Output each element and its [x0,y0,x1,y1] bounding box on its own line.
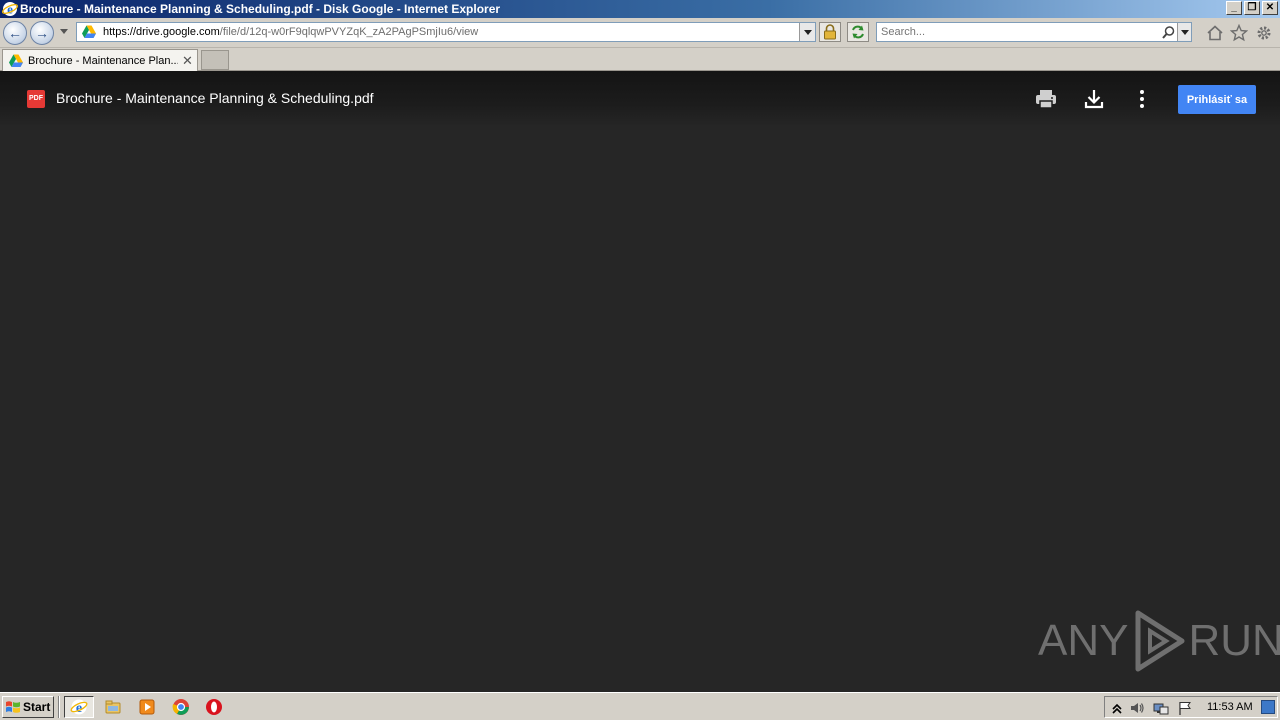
network-icon[interactable] [1153,700,1169,716]
google-drive-icon [9,54,23,67]
minimize-button[interactable]: _ [1226,1,1242,15]
anyrun-watermark: ANY RUN [1038,609,1280,673]
windows-logo-icon [6,701,20,713]
close-button[interactable]: ✕ [1262,1,1278,15]
print-icon[interactable] [1034,87,1058,111]
restore-button[interactable]: ❐ [1244,1,1260,15]
forward-arrow-icon: → [35,25,49,41]
search-button[interactable] [1159,23,1177,41]
address-url[interactable]: https://drive.google.com/file/d/12q-w0rF… [103,26,478,38]
watermark-left-text: ANY [1038,616,1129,665]
tab-label: Brochure - Maintenance Plan... [28,54,178,67]
pdf-viewer: PDF Brochure - Maintenance Planning & Sc… [0,71,1280,692]
show-hidden-icon[interactable] [1109,700,1125,716]
more-options-icon[interactable] [1130,87,1154,111]
pdf-file-icon: PDF [27,90,45,108]
navigation-bar: ← → https://drive.google.com/file/d/12q-… [0,18,1280,48]
favorites-star-icon[interactable] [1230,24,1248,42]
search-box[interactable] [876,22,1192,42]
refresh-icon [852,25,864,39]
new-tab-button[interactable] [201,50,229,70]
search-input[interactable] [877,23,1159,41]
refresh-button[interactable] [847,22,869,42]
system-tray: 11:53 AM [1104,696,1278,718]
chevron-down-icon [803,29,812,35]
tab-brochure[interactable]: Brochure - Maintenance Plan... ✕ [2,49,198,71]
search-dropdown-button[interactable] [1177,23,1191,41]
clock: 11:53 AM [1207,701,1253,713]
forward-button[interactable]: → [30,21,54,45]
google-drive-icon [82,25,96,38]
search-icon [1161,25,1174,39]
start-button[interactable]: Start [2,696,54,718]
internet-explorer-icon[interactable]: e [70,698,88,716]
viewer-header: PDF Brochure - Maintenance Planning & Sc… [0,71,1280,127]
chevron-down-icon [1180,29,1189,35]
tab-bar: Brochure - Maintenance Plan... ✕ [0,48,1280,71]
security-lock-button[interactable] [819,22,841,42]
settings-gear-icon[interactable] [1255,24,1273,42]
taskbar: Start e 11:53 AM [0,692,1280,720]
svg-text:e: e [7,2,13,17]
media-player-icon[interactable] [138,698,156,716]
show-desktop-button[interactable] [1261,700,1275,714]
opera-icon[interactable] [205,698,223,716]
play-logo-icon [1135,610,1185,672]
address-dropdown-button[interactable] [799,23,815,41]
action-center-flag-icon[interactable] [1177,700,1193,716]
home-icon[interactable] [1206,24,1224,42]
file-title: Brochure - Maintenance Planning & Schedu… [56,90,374,106]
sign-in-button[interactable]: Prihlásiť sa [1178,85,1256,114]
start-label: Start [23,700,51,714]
address-bar[interactable]: https://drive.google.com/file/d/12q-w0rF… [76,22,816,42]
internet-explorer-icon: e [2,2,18,17]
taskbar-divider [58,696,60,718]
download-icon[interactable] [1082,87,1106,111]
window-controls: _ ❐ ✕ [1226,1,1278,15]
window-titlebar: e Brochure - Maintenance Planning & Sche… [0,0,1280,18]
volume-icon[interactable] [1129,700,1145,716]
tab-close-icon[interactable]: ✕ [182,53,193,69]
window-title: Brochure - Maintenance Planning & Schedu… [20,2,501,16]
chrome-icon[interactable] [172,698,190,716]
lock-icon [824,24,836,40]
watermark-right-text: RUN [1188,616,1280,665]
history-dropdown-icon[interactable] [60,29,68,34]
back-button[interactable]: ← [3,21,27,45]
windows-explorer-icon[interactable] [104,698,122,716]
back-arrow-icon: ← [8,25,22,41]
